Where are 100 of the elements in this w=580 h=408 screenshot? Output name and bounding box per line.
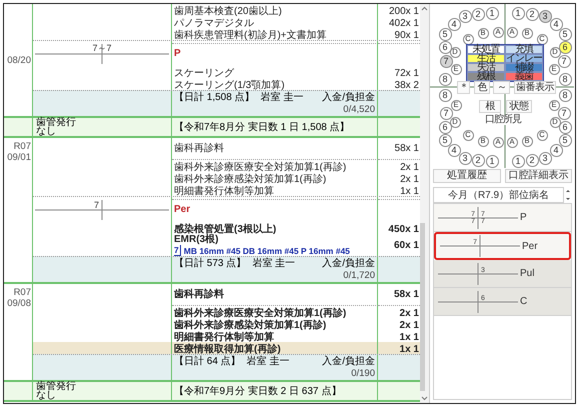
scroll-down-icon[interactable]: [421, 395, 428, 401]
permanent-tooth[interactable]: 4: [448, 18, 460, 30]
fee-points: 2x 1: [400, 307, 419, 321]
scroll-thumb[interactable]: [420, 223, 425, 391]
monthly-note: 歯管発行: [36, 382, 77, 391]
permanent-tooth[interactable]: 1: [486, 6, 498, 20]
diagnosis-code: Pul: [520, 267, 534, 281]
fee-points: 38x 2: [394, 79, 419, 93]
permanent-tooth[interactable]: 1: [512, 6, 524, 20]
diagnosis-code: P: [520, 211, 527, 225]
legend-swatch: 生活: [467, 54, 505, 63]
permanent-tooth[interactable]: 2: [526, 154, 538, 166]
visit-date: 09/01: [7, 152, 31, 163]
fee-name: 明細書発行体制等加算: [174, 332, 275, 343]
list-header: 今月（R7.9）部位病名: [433, 187, 564, 203]
permanent-tooth[interactable]: 6: [558, 40, 572, 54]
permanent-tooth[interactable]: 6: [558, 120, 572, 134]
fee-points: 450x 1: [388, 223, 419, 237]
visit-date: R07: [14, 141, 31, 152]
chart-tool-button[interactable]: 状態: [506, 100, 532, 113]
fee-name: 歯科疾患管理料(初診月)+文書加算: [174, 30, 328, 41]
monthly-total: 【令和7年8月分 実日数 1 日 1,508 点】: [174, 120, 350, 134]
payment-amount: 0/190: [351, 368, 375, 379]
permanent-tooth[interactable]: 3: [458, 152, 472, 164]
permanent-tooth[interactable]: 5: [558, 134, 572, 146]
spin-up-icon[interactable]: [564, 187, 572, 195]
monthly-note: なし: [36, 127, 56, 136]
permanent-tooth[interactable]: 6: [438, 120, 452, 134]
fee-points: 1x 1: [400, 331, 419, 345]
fee-name: 医療情報取得加算(再診): [174, 344, 282, 355]
permanent-tooth[interactable]: 4: [550, 18, 562, 30]
permanent-tooth[interactable]: 1: [486, 154, 498, 168]
diagnosis-code: C: [520, 295, 528, 309]
fee-points: 402x 1: [388, 17, 419, 31]
fee-name: 明細書発行体制等加算: [174, 186, 275, 197]
permanent-tooth[interactable]: 3: [538, 152, 552, 164]
fee-name: パノラマデジタル: [174, 18, 255, 29]
fee-name: 歯科再診料: [174, 289, 225, 300]
permanent-tooth[interactable]: 2: [526, 8, 538, 20]
permanent-tooth[interactable]: 1: [512, 154, 524, 168]
fee-points: 1x 1: [400, 185, 419, 199]
permanent-tooth[interactable]: 3: [538, 10, 552, 22]
fee-points: 60x 1: [394, 238, 419, 252]
monthly-note: なし: [36, 391, 56, 400]
fee-points: 58x 1: [394, 142, 419, 156]
daily-total: 【日計 1,508 点】: [174, 92, 255, 104]
doctor-name: 岩室 圭一: [252, 258, 296, 270]
permanent-tooth[interactable]: 7: [558, 54, 570, 68]
legend-swatch: 充填: [505, 45, 543, 54]
permanent-tooth[interactable]: 2: [472, 154, 484, 166]
chart-tool-button[interactable]: ＊: [457, 81, 470, 94]
permanent-tooth[interactable]: 5: [558, 28, 572, 40]
permanent-tooth[interactable]: 3: [458, 10, 472, 22]
diagnosis-code: Per: [522, 240, 538, 254]
visit-date: R07: [14, 287, 31, 298]
fee-points: 90x 1: [394, 29, 419, 43]
chart-tool-button[interactable]: 色: [474, 81, 490, 94]
scrollbar[interactable]: [420, 4, 429, 403]
visit-date: 08/20: [7, 54, 31, 66]
chart-tool-button[interactable]: 根: [479, 100, 501, 113]
panel-button[interactable]: 処置履歴: [433, 169, 500, 183]
fee-name: 感染根管処置(3根以上): [174, 224, 278, 235]
findings-label: 口腔所見: [485, 115, 521, 125]
permanent-tooth[interactable]: 7: [440, 54, 452, 68]
permanent-tooth[interactable]: 5: [438, 134, 452, 146]
fee-name: 歯科再診料: [174, 143, 225, 154]
fee-points: 2x 1: [400, 161, 419, 175]
permanent-tooth[interactable]: 8: [558, 72, 572, 86]
fee-points: 2x 1: [400, 173, 419, 187]
panel-button[interactable]: 口腔詳細表示: [504, 169, 572, 183]
legend-swatch: 義歯: [505, 72, 543, 81]
canal-detail: MB 16mm #45 DB 16mm #45 P 16mm #45: [184, 246, 350, 256]
tooth-number: 7: [94, 200, 99, 210]
fee-name: 歯周基本検査(20歯以上): [174, 6, 283, 17]
fee-name: スケーリング: [174, 68, 235, 79]
scroll-up-icon[interactable]: [421, 6, 428, 12]
monthly-total: 【令和7年9月分 実日数 2 日 637 点】: [174, 384, 342, 398]
permanent-tooth[interactable]: 6: [438, 40, 452, 54]
fee-points: 200x 1: [388, 5, 419, 19]
permanent-tooth[interactable]: 8: [438, 88, 452, 102]
permanent-tooth[interactable]: 8: [438, 72, 452, 86]
permanent-tooth[interactable]: 8: [558, 88, 572, 102]
daily-total: 【日計 64 点】: [174, 356, 241, 368]
permanent-tooth[interactable]: 2: [472, 8, 484, 20]
payment-label: 入金/負担金: [322, 258, 375, 270]
legend-swatch: 残根: [467, 72, 505, 81]
diagnosis-code: P: [174, 47, 181, 61]
permanent-tooth[interactable]: 4: [448, 144, 460, 156]
permanent-tooth[interactable]: 7: [558, 106, 570, 120]
permanent-tooth[interactable]: 4: [550, 144, 562, 156]
chart-tool-button[interactable]: ～: [493, 81, 510, 94]
permanent-tooth[interactable]: 5: [438, 28, 452, 40]
fee-points: 58x 1: [394, 288, 419, 302]
daily-total: 【日計 573 点】: [174, 258, 246, 270]
chart-tool-button[interactable]: 歯番表示: [514, 81, 556, 94]
doctor-name: 岩室 圭一: [246, 356, 290, 368]
permanent-tooth[interactable]: 7: [440, 106, 452, 120]
fee-name: 歯科外来診療医療安全対策加算1(再診): [174, 308, 348, 319]
diagnosis-code: Per: [174, 203, 190, 217]
payment-label: 入金/負担金: [322, 92, 375, 104]
